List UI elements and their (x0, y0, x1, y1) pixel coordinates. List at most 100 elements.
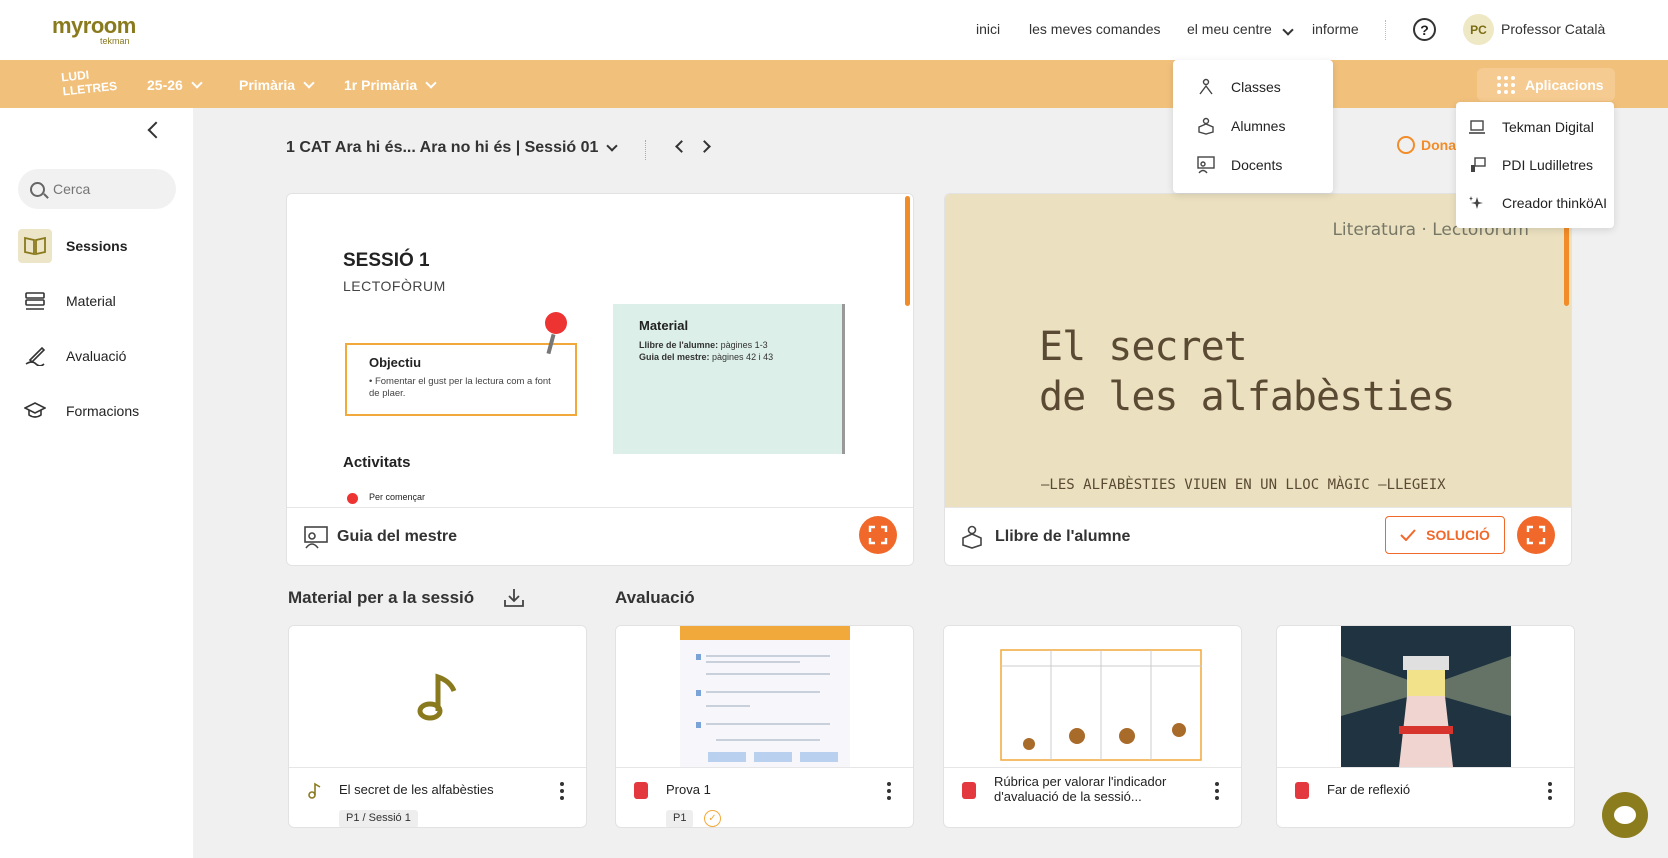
help-icon[interactable]: ? (1413, 18, 1436, 41)
grade-select[interactable]: 1r Primària (344, 77, 437, 93)
tile-thumbnail (944, 626, 1241, 767)
material-text: Llibre de l'alumne: pàgines 1-3 Guia del… (639, 339, 816, 363)
document-icon (634, 782, 648, 799)
scrollbar[interactable] (905, 196, 910, 306)
group-icon (1197, 78, 1215, 96)
teacher-guide-label: Guia del mestre (337, 527, 458, 545)
sidebar-item-material[interactable]: Material (18, 281, 178, 321)
book-open-icon (18, 229, 52, 263)
student-book-footer: Llibre de l'alumne SOLUCIÓ (945, 507, 1571, 565)
sidebar-item-formacions[interactable]: Formacions (18, 391, 178, 431)
menu-item-pdi-ludilletres[interactable]: PDI Ludilletres (1456, 146, 1614, 184)
menu-item-docents[interactable]: Docents (1173, 146, 1333, 184)
bullet-icon (347, 493, 358, 504)
chevron-down-icon (191, 77, 203, 89)
avatar[interactable]: PC (1463, 14, 1494, 45)
next-session-icon[interactable] (698, 140, 711, 153)
tile-label: Far de reflexió (1327, 782, 1411, 797)
book-title-line2: de les alfabèsties (1039, 374, 1455, 420)
menu-item-label: Docents (1231, 157, 1283, 173)
expand-teacher-guide-button[interactable] (859, 516, 897, 554)
feedback-link[interactable]: Dona (1397, 136, 1456, 154)
download-icon[interactable] (503, 588, 525, 613)
chat-button[interactable] (1602, 792, 1648, 838)
prova-chip: P1 (666, 810, 694, 827)
tile-thumbnail (616, 626, 913, 767)
menu-item-label: Creador thinköAI (1502, 195, 1608, 211)
year-select[interactable]: 25-26 (147, 77, 203, 93)
teacher-guide-preview[interactable]: SESSIÓ 1 LECTOFÒRUM Objectiu • Fomentar … (287, 194, 913, 509)
tile-footer: Far de reflexió (1277, 767, 1574, 827)
session-title: 1 CAT Ara hi és... Ara no hi és | Sessió… (286, 139, 599, 156)
check-circle-icon: ✓ (704, 810, 721, 827)
stack-icon (18, 284, 52, 318)
menu-item-classes[interactable]: Classes (1173, 68, 1333, 106)
search-box[interactable] (18, 169, 176, 209)
header-divider (645, 140, 646, 160)
nav-el-meu-centre-label: el meu centre (1187, 21, 1272, 37)
expand-student-book-button[interactable] (1517, 516, 1555, 554)
slide-title: SESSIÓ 1 (343, 250, 430, 271)
more-options-icon[interactable] (1548, 782, 1552, 800)
material-section-title: Material per a la sessió (288, 588, 475, 607)
menu-item-label: Tekman Digital (1502, 119, 1594, 135)
user-name[interactable]: Professor Català (1501, 21, 1605, 37)
sidebar-item-label: Material (66, 293, 116, 309)
evaluation-section-title: Avaluació (615, 588, 695, 607)
objective-box: Objectiu • Fomentar el gust per la lectu… (345, 343, 577, 416)
check-icon (1400, 529, 1416, 541)
evaluation-tile[interactable]: Far de reflexió (1276, 625, 1575, 828)
fullscreen-icon (1526, 525, 1546, 545)
student-icon (962, 525, 982, 549)
ludilletres-logo[interactable]: LUDI LLETRES (60, 66, 117, 103)
search-input[interactable] (53, 181, 163, 197)
solution-button[interactable]: SOLUCIÓ (1385, 516, 1505, 554)
student-book-preview[interactable]: Literatura · Lectofòrum El secret de les… (945, 194, 1571, 509)
chevron-down-icon (303, 77, 315, 89)
logo-main-text: myroom (52, 13, 136, 38)
material-line1: pàgines 1-3 (718, 340, 768, 350)
activity-item: Per començar (369, 492, 426, 502)
centre-menu: Classes Alumnes Docents (1173, 60, 1333, 193)
menu-item-alumnes[interactable]: Alumnes (1173, 107, 1333, 145)
apps-menu: Tekman Digital PDI Ludilletres Creador t… (1456, 102, 1614, 228)
evaluation-tile[interactable]: Rúbrica per valorar l'indicador d'avalua… (943, 625, 1242, 828)
teacher-board-icon (304, 525, 328, 549)
more-options-icon[interactable] (560, 782, 564, 800)
slide-subtitle: LECTOFÒRUM (343, 278, 446, 294)
teacher-guide-footer: Guia del mestre (287, 507, 913, 565)
student-book-card: Literatura · Lectofòrum El secret de les… (944, 193, 1572, 566)
sidebar-item-avaluacio[interactable]: Avaluació (18, 336, 178, 376)
stage-select[interactable]: Primària (239, 77, 315, 93)
myroom-logo[interactable]: myroom tekman (52, 13, 136, 47)
prev-session-icon[interactable] (675, 140, 688, 153)
nav-el-meu-centre[interactable]: el meu centre (1187, 21, 1294, 37)
sparkle-icon (1468, 194, 1486, 212)
more-options-icon[interactable] (1215, 782, 1219, 800)
session-select[interactable]: 1 CAT Ara hi és... Ara no hi és | Sessió… (286, 139, 619, 157)
apps-button[interactable]: Aplicacions (1477, 68, 1615, 101)
pin-icon (545, 312, 567, 334)
menu-item-creador-thinkoai[interactable]: Creador thinköAI (1456, 184, 1614, 222)
hand-touch-icon (1468, 156, 1486, 174)
menu-item-tekman-digital[interactable]: Tekman Digital (1456, 108, 1614, 146)
logo-sub-text: tekman (100, 36, 130, 46)
material-box: Material Llibre de l'alumne: pàgines 1-3… (613, 304, 845, 454)
top-bar: myroom tekman inici les meves comandes e… (0, 0, 1668, 60)
student-icon (1197, 117, 1215, 135)
book-subtitle: —LES ALFABÈSTIES VIUEN EN UN LLOC MÀGIC … (1041, 477, 1446, 493)
year-select-label: 25-26 (147, 77, 183, 93)
tile-thumbnail (289, 626, 586, 767)
nav-informe[interactable]: informe (1312, 21, 1359, 37)
grid-icon (1497, 75, 1515, 94)
chevron-down-icon (606, 140, 619, 152)
grade-select-label: 1r Primària (344, 77, 418, 93)
evaluation-tile[interactable]: Prova 1 P1 ✓ (615, 625, 914, 828)
more-options-icon[interactable] (887, 782, 891, 800)
material-tile[interactable]: El secret de les alfabèsties P1 / Sessió… (288, 625, 587, 828)
nav-inici[interactable]: inici (976, 21, 1000, 37)
nav-comandes[interactable]: les meves comandes (1029, 21, 1161, 37)
tile-footer: Rúbrica per valorar l'indicador d'avalua… (944, 767, 1241, 827)
tile-footer: Prova 1 P1 ✓ (616, 767, 913, 827)
sidebar-item-sessions[interactable]: Sessions (18, 226, 178, 266)
